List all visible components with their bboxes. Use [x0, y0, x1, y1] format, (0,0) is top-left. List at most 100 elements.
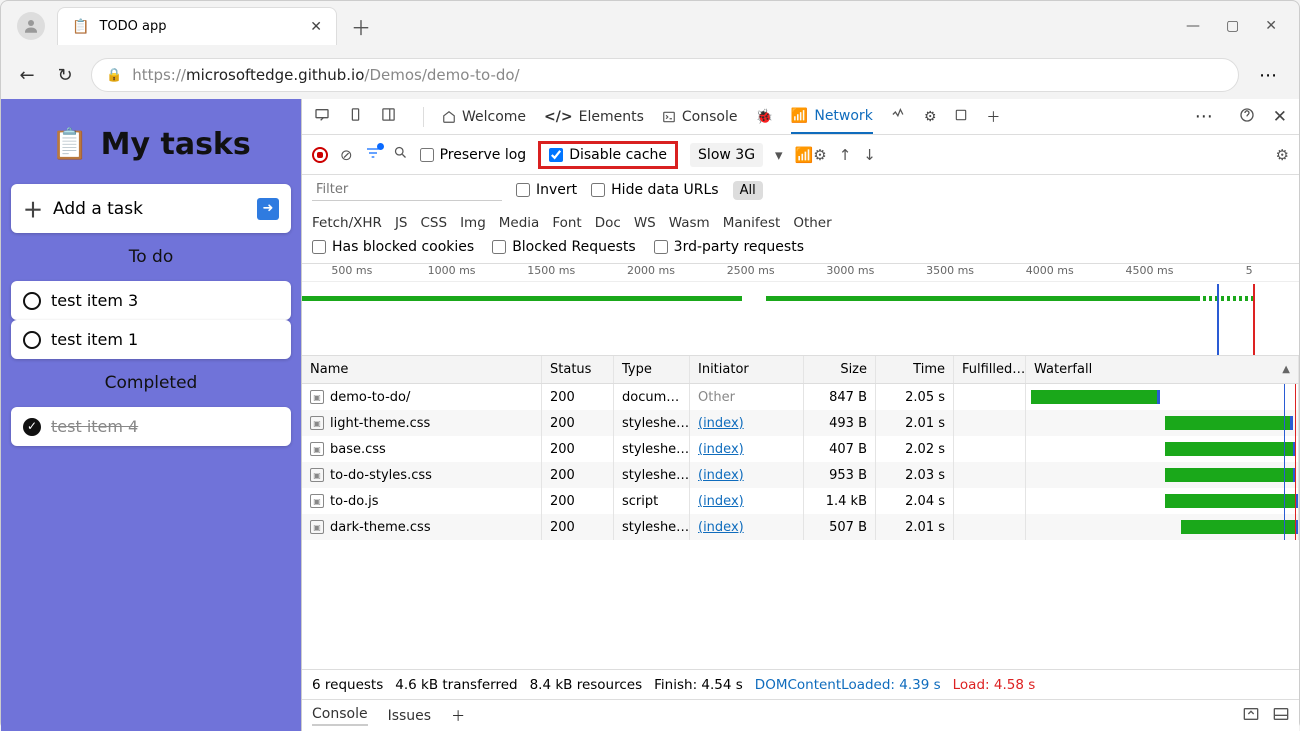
- filter-type[interactable]: Manifest: [723, 215, 781, 231]
- record-button[interactable]: [312, 147, 328, 163]
- address-bar[interactable]: 🔒 https://microsoftedge.github.io/Demos/…: [91, 58, 1239, 92]
- application-icon[interactable]: [954, 108, 968, 126]
- table-header[interactable]: Name Status Type Initiator Size Time Ful…: [302, 356, 1299, 384]
- throttling-preset[interactable]: Slow 3G: [690, 143, 763, 167]
- submit-task-button[interactable]: ➜: [257, 198, 279, 220]
- task-label: test item 4: [51, 417, 138, 436]
- table-row[interactable]: ▣to-do-styles.css200styleshe…(index)953 …: [302, 462, 1299, 488]
- initiator-link[interactable]: (index): [698, 468, 744, 483]
- checkbox-icon[interactable]: [23, 292, 41, 310]
- inspect-icon[interactable]: [314, 107, 330, 127]
- devtools-tabstrip: Welcome </>Elements Console 🐞 📶Network ⚙…: [302, 99, 1299, 135]
- more-tabs-button[interactable]: ＋: [986, 107, 1000, 127]
- table-row[interactable]: ▣light-theme.css200styleshe…(index)493 B…: [302, 410, 1299, 436]
- drawer-expand-icon[interactable]: [1243, 707, 1259, 725]
- page-title: My tasks: [101, 127, 251, 162]
- add-task-card[interactable]: ＋ Add a task ➜: [11, 184, 291, 233]
- filter-type[interactable]: Other: [793, 215, 831, 231]
- hide-data-urls-checkbox[interactable]: Hide data URLs: [591, 182, 718, 198]
- maximize-button[interactable]: ▢: [1226, 18, 1239, 34]
- tab-console[interactable]: Console: [662, 99, 738, 134]
- invert-checkbox[interactable]: Invert: [516, 182, 577, 198]
- network-overview[interactable]: 500 ms1000 ms1500 ms2000 ms2500 ms3000 m…: [302, 264, 1299, 356]
- table-row[interactable]: ▣dark-theme.css200styleshe…(index)507 B2…: [302, 514, 1299, 540]
- blocked-cookies-checkbox[interactable]: Has blocked cookies: [312, 239, 474, 255]
- initiator-link[interactable]: (index): [698, 416, 744, 431]
- filter-all[interactable]: All: [733, 181, 763, 200]
- initiator-link[interactable]: (index): [698, 442, 744, 457]
- initiator-link[interactable]: (index): [698, 520, 744, 535]
- drawer-tab-issues[interactable]: Issues: [388, 708, 432, 724]
- filter-type[interactable]: CSS: [421, 215, 448, 231]
- table-row[interactable]: ▣demo-to-do/200docum…Other847 B2.05 s: [302, 384, 1299, 410]
- filter-type[interactable]: Font: [552, 215, 581, 231]
- checkbox-icon[interactable]: [23, 331, 41, 349]
- todo-item[interactable]: test item 3: [11, 281, 291, 320]
- network-conditions-icon[interactable]: 📶⚙: [795, 146, 827, 164]
- filter-toggle-icon[interactable]: [365, 145, 381, 165]
- initiator-link[interactable]: (index): [698, 494, 744, 509]
- clear-button[interactable]: ⊘: [340, 146, 353, 164]
- completed-section-header: Completed: [11, 367, 291, 399]
- tab-elements[interactable]: </>Elements: [544, 99, 644, 134]
- timeline-tick: 1500 ms: [501, 264, 601, 281]
- drawer-dock-icon[interactable]: [1273, 707, 1289, 725]
- summary-resources: 8.4 kB resources: [530, 677, 643, 693]
- minimize-button[interactable]: —: [1186, 18, 1200, 34]
- export-har-icon[interactable]: ↓: [863, 146, 876, 164]
- browser-tab[interactable]: 📋 TODO app ✕: [57, 7, 337, 45]
- timeline-tick: 2000 ms: [601, 264, 701, 281]
- filter-type[interactable]: Img: [460, 215, 486, 231]
- device-icon[interactable]: [348, 107, 363, 126]
- summary-requests: 6 requests: [312, 677, 383, 693]
- filter-row: Invert Hide data URLs All Fetch/XHR JS CSS…: [302, 175, 1299, 235]
- search-icon[interactable]: [393, 145, 408, 164]
- profile-avatar[interactable]: [17, 12, 45, 40]
- third-party-checkbox[interactable]: 3rd-party requests: [654, 239, 804, 255]
- devtools-close-button[interactable]: ✕: [1273, 107, 1287, 127]
- tab-close-icon[interactable]: ✕: [310, 19, 322, 35]
- memory-icon[interactable]: ⚙: [924, 109, 937, 125]
- help-icon[interactable]: [1239, 107, 1255, 127]
- filter-type[interactable]: Fetch/XHR: [312, 215, 382, 231]
- window-controls: — ▢ ✕: [1186, 18, 1291, 34]
- filter-type[interactable]: Wasm: [669, 215, 710, 231]
- checkbox-checked-icon[interactable]: [23, 418, 41, 436]
- file-icon: ▣: [310, 520, 324, 534]
- table-row[interactable]: ▣base.css200styleshe…(index)407 B2.02 s: [302, 436, 1299, 462]
- timeline-tick: 500 ms: [302, 264, 402, 281]
- drawer-add-tab[interactable]: ＋: [451, 706, 465, 726]
- url-text: https://microsoftedge.github.io/Demos/de…: [132, 66, 519, 84]
- filter-type[interactable]: JS: [395, 215, 408, 231]
- dock-icon[interactable]: [381, 107, 396, 126]
- col-waterfall: Waterfall▲: [1026, 356, 1299, 383]
- summary-transferred: 4.6 kB transferred: [395, 677, 517, 693]
- filter-type[interactable]: Doc: [595, 215, 621, 231]
- table-row[interactable]: ▣to-do.js200script(index)1.4 kB2.04 s: [302, 488, 1299, 514]
- task-label: test item 3: [51, 291, 138, 310]
- tab-network[interactable]: 📶Network: [791, 99, 873, 134]
- blocked-requests-checkbox[interactable]: Blocked Requests: [492, 239, 635, 255]
- performance-icon[interactable]: [891, 107, 906, 126]
- network-table: Name Status Type Initiator Size Time Ful…: [302, 356, 1299, 669]
- drawer-tab-console[interactable]: Console: [312, 706, 368, 726]
- browser-menu-button[interactable]: ⋯: [1253, 65, 1285, 86]
- filter-type[interactable]: Media: [499, 215, 540, 231]
- file-icon: ▣: [310, 442, 324, 456]
- filter-type[interactable]: WS: [634, 215, 656, 231]
- new-tab-button[interactable]: ＋: [351, 12, 371, 41]
- close-window-button[interactable]: ✕: [1265, 18, 1277, 34]
- disable-cache-checkbox[interactable]: Disable cache: [538, 141, 678, 169]
- devtools-more-button[interactable]: ⋯: [1189, 106, 1221, 127]
- todo-item[interactable]: test item 1: [11, 320, 291, 359]
- refresh-button[interactable]: ↻: [53, 65, 77, 86]
- filter-input[interactable]: [312, 179, 502, 201]
- throttling-dropdown-icon[interactable]: ▾: [775, 146, 783, 164]
- back-button[interactable]: ←: [15, 65, 39, 86]
- preserve-log-checkbox[interactable]: Preserve log: [420, 147, 527, 163]
- network-settings-icon[interactable]: ⚙: [1276, 146, 1289, 164]
- import-har-icon[interactable]: ↑: [839, 146, 852, 164]
- debugger-icon[interactable]: 🐞: [755, 109, 772, 125]
- completed-item[interactable]: test item 4: [11, 407, 291, 446]
- tab-welcome[interactable]: Welcome: [442, 99, 526, 134]
